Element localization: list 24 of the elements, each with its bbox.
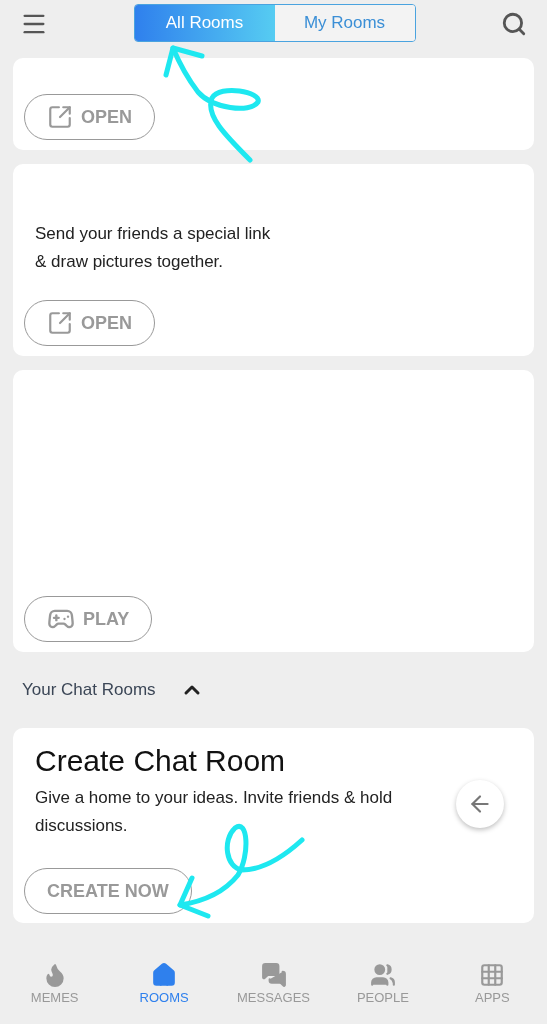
external-link-icon <box>47 310 73 336</box>
card-action-button[interactable]: OPEN <box>24 94 155 140</box>
nav-tab[interactable]: MESSAGES <box>218 962 329 1024</box>
search-icon <box>501 11 527 37</box>
people-icon <box>369 962 396 988</box>
nav-tab[interactable]: PEOPLE <box>328 962 438 1024</box>
home-icon <box>151 962 178 988</box>
nav-tab[interactable]: APPS <box>437 962 547 1024</box>
card-action-button[interactable]: PLAY <box>24 596 153 642</box>
grid-icon <box>479 962 506 988</box>
chat-icon <box>260 962 287 988</box>
room-tab[interactable]: All Rooms <box>134 5 275 41</box>
back-button[interactable] <box>456 780 504 828</box>
external-link-icon <box>47 104 73 130</box>
create-now-button[interactable]: CREATE NOW <box>24 868 192 914</box>
search-button[interactable] <box>501 11 527 37</box>
nav-tab[interactable]: ROOMS <box>109 962 219 1024</box>
room-tab[interactable]: My Rooms <box>274 5 415 41</box>
card-title: Create Chat Room <box>34 744 287 778</box>
card-action-button[interactable]: OPEN <box>24 300 155 346</box>
card-description: Give a home to your ideas. Invite friends & hold discussions. <box>35 787 394 837</box>
section-title: Your Chat Rooms <box>22 680 156 700</box>
nav-tab[interactable]: MEMES <box>0 962 110 1024</box>
card-description: Send your friends a special link & draw pictures together. <box>34 223 272 273</box>
